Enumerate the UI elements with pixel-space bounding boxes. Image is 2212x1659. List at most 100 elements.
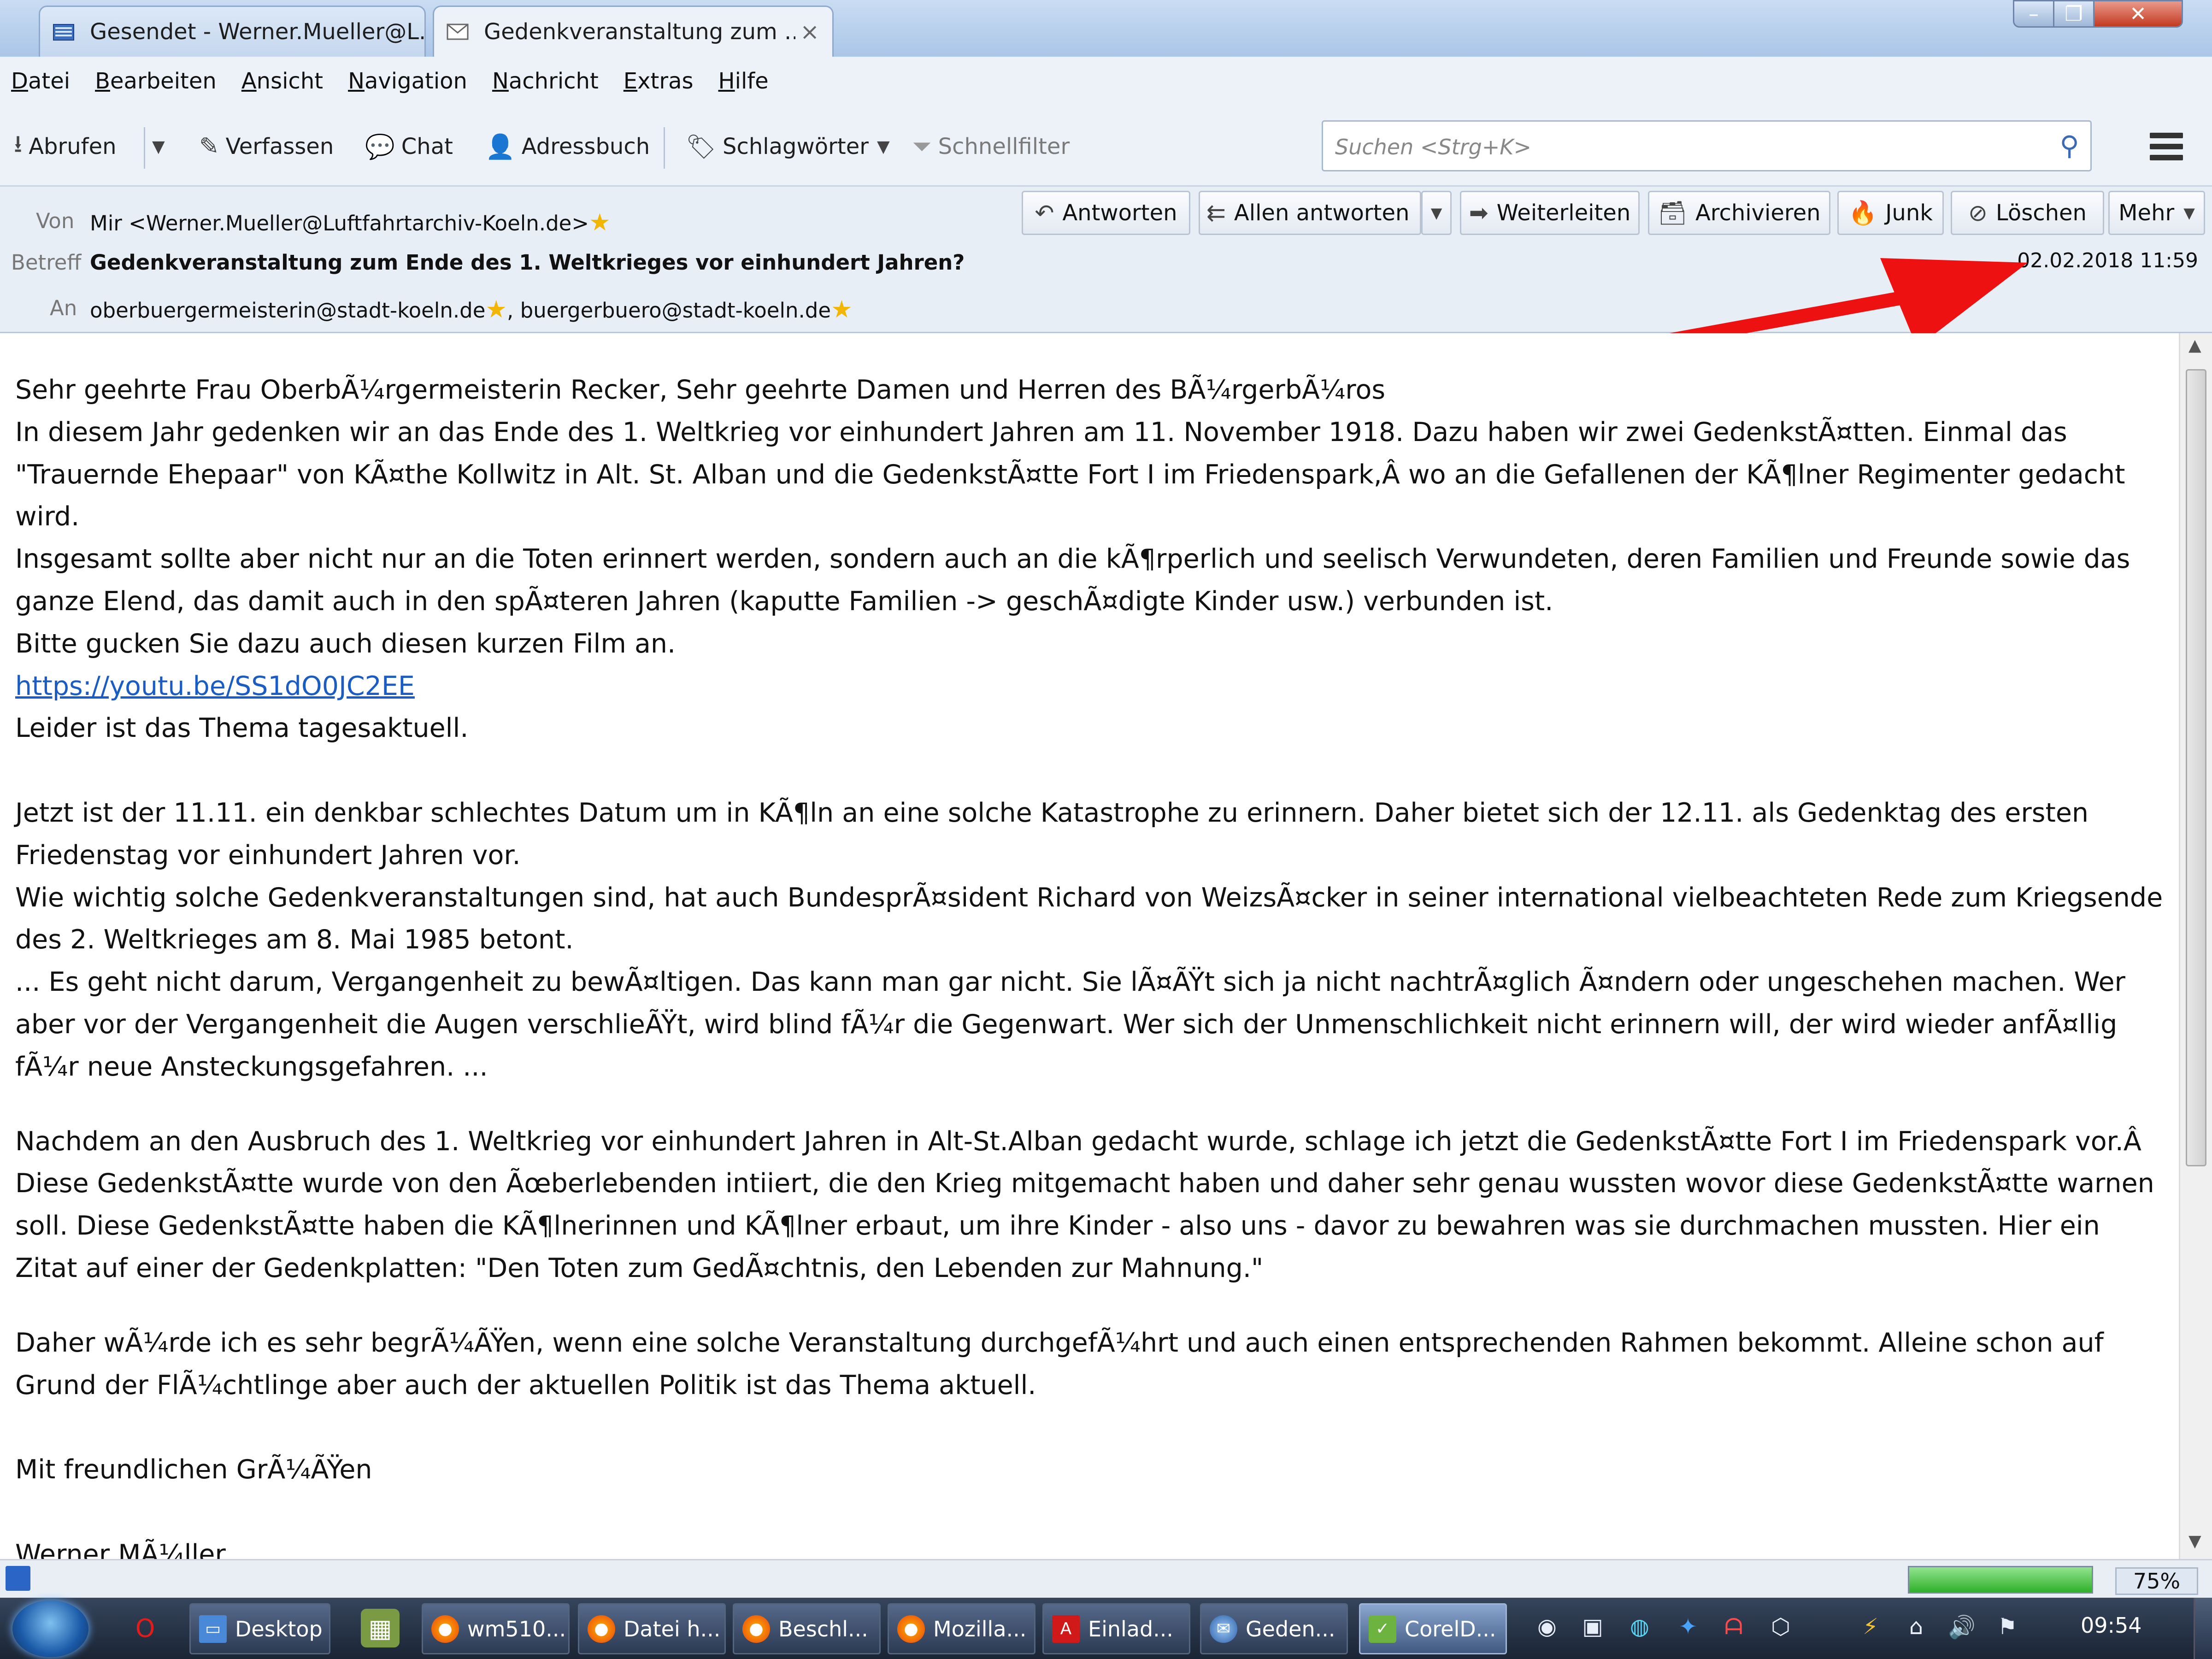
taskbar-label: Beschl... xyxy=(778,1616,868,1641)
reply-all-dropdown[interactable]: ▼ xyxy=(1421,191,1452,235)
tags-button[interactable]: 🏷 Schlagwörter ▼ xyxy=(686,127,890,166)
scroll-thumb[interactable] xyxy=(2186,369,2206,1166)
reply-all-label: Allen antworten xyxy=(1234,200,1410,226)
start-button[interactable] xyxy=(12,1600,88,1657)
toolbar-separator xyxy=(664,127,665,169)
to-value[interactable]: oberbuergermeisterin@stadt-koeln.de★, bu… xyxy=(90,296,853,324)
action-center-flag-icon[interactable]: ⚑ xyxy=(1994,1613,2021,1641)
clock[interactable]: 09:54 xyxy=(2081,1613,2142,1638)
main-toolbar: ⭳ Abrufen ▼ ✎ Verfassen 💬 Chat 👤 Adressb… xyxy=(0,105,2212,187)
address-book-button[interactable]: 👤 Adressbuch xyxy=(485,127,650,166)
get-mail-dropdown[interactable]: ▼ xyxy=(152,127,165,166)
search-box: ⚲ xyxy=(1322,120,2092,171)
filter-icon: ⏷ xyxy=(912,132,932,160)
taskbar-item-thunderbird[interactable]: ✉ Geden... xyxy=(1200,1603,1348,1654)
dropbox-icon[interactable]: ✦ xyxy=(1674,1613,1702,1641)
flame-icon: 🔥 xyxy=(1848,199,1877,226)
taskbar-item-firefox-4[interactable]: ● Mozilla... xyxy=(888,1603,1035,1654)
subject-label: Betreff xyxy=(11,250,82,275)
opera-icon[interactable]: O xyxy=(126,1609,165,1647)
star-icon[interactable]: ★ xyxy=(589,209,611,236)
network-activity-icon[interactable]: ⚡ xyxy=(1857,1613,1884,1641)
menu-navigation[interactable]: Navigation xyxy=(348,68,467,94)
tab-message[interactable]: Gedenkveranstaltung zum ... × xyxy=(433,6,834,57)
search-tray-icon[interactable]: ◍ xyxy=(1626,1613,1653,1641)
forward-button[interactable]: ➡ Weiterleiten xyxy=(1460,191,1640,235)
taskbar-label: Mozilla... xyxy=(933,1616,1027,1641)
more-button[interactable]: Mehr ▼ xyxy=(2108,191,2205,235)
archive-label: Archivieren xyxy=(1695,200,1821,226)
chevron-down-icon: ▼ xyxy=(152,137,165,156)
body-paragraph: In diesem Jahr gedenken wir an das Ende … xyxy=(15,417,2125,532)
taskbar-item-desktop[interactable]: ▭ Desktop xyxy=(189,1603,330,1654)
taskbar-item-coreldraw[interactable]: ✓ CorelD... xyxy=(1359,1603,1507,1654)
reply-button[interactable]: ↶ Antworten xyxy=(1022,191,1190,235)
close-icon[interactable]: × xyxy=(800,18,819,45)
minimize-button[interactable]: – xyxy=(2013,0,2054,28)
menu-message[interactable]: Nachricht xyxy=(492,68,599,94)
from-value[interactable]: Mir <Werner.Mueller@Luftfahrtarchiv-Koel… xyxy=(90,209,611,236)
junk-button[interactable]: 🔥 Junk xyxy=(1837,191,1944,235)
network-icon[interactable]: ⌂ xyxy=(1902,1613,1930,1641)
search-input[interactable] xyxy=(1334,130,2027,164)
reply-all-button[interactable]: ⇇ Allen antworten xyxy=(1199,191,1421,235)
title-bar: Gesendet - Werner.Mueller@L... Gedenkver… xyxy=(0,0,2212,57)
chevron-down-icon: ▼ xyxy=(1430,204,1442,222)
reply-label: Antworten xyxy=(1062,200,1177,226)
forward-arrow-icon: ➡ xyxy=(1469,200,1488,226)
to-label: An xyxy=(50,296,77,320)
firefox-icon: ● xyxy=(897,1615,925,1643)
message-body: Sehr geehrte Frau OberbÃ¼rgermeisterin R… xyxy=(0,333,2177,1559)
acrobat-tray-icon[interactable]: ᗩ xyxy=(1720,1613,1747,1641)
taskbar-label: wm510... xyxy=(467,1616,566,1641)
search-icon[interactable]: ⚲ xyxy=(2060,130,2079,161)
menu-file[interactable]: Datei xyxy=(11,68,70,94)
tab-sent-folder[interactable]: Gesendet - Werner.Mueller@L... xyxy=(39,6,426,57)
taskbar-item-pdf[interactable]: A Einlad... xyxy=(1042,1603,1190,1654)
taskbar-label: Geden... xyxy=(1246,1616,1335,1641)
display-tray-icon[interactable]: ▣ xyxy=(1579,1613,1606,1641)
from-label: Von xyxy=(36,209,75,233)
compose-button[interactable]: ✎ Verfassen xyxy=(199,127,334,166)
body-paragraph: ... Es geht nicht darum, Vergangenheit z… xyxy=(15,967,2125,1082)
delete-button[interactable]: ⊘ Löschen xyxy=(1951,191,2104,235)
pdf-icon: A xyxy=(1052,1615,1080,1643)
maximize-button[interactable]: ❐ xyxy=(2053,0,2094,28)
taskbar-item-firefox-3[interactable]: ● Beschl... xyxy=(733,1603,881,1654)
taskbar-item-firefox-1[interactable]: ● wm510... xyxy=(422,1603,570,1654)
body-paragraph: Wie wichtig solche Gedenkveranstaltungen… xyxy=(15,882,2163,955)
firefox-icon: ● xyxy=(742,1615,770,1643)
youtube-link[interactable]: https://youtu.be/SS1dO0JC2EE xyxy=(15,671,415,701)
firefox-icon: ● xyxy=(431,1615,459,1643)
show-desktop-button[interactable] xyxy=(2194,1598,2212,1659)
archive-button[interactable]: 🗃 Archivieren xyxy=(1648,191,1830,235)
scroll-down-arrow-icon[interactable]: ▼ xyxy=(2188,1532,2201,1551)
vertical-scrollbar[interactable]: ▲ ▼ xyxy=(2179,333,2212,1559)
signature: Werner MÃ¼ller xyxy=(15,1539,226,1559)
body-paragraph: Bitte gucken Sie dazu auch diesen kurzen… xyxy=(15,628,676,659)
download-icon: ⭳ xyxy=(14,130,23,158)
star-icon[interactable]: ★ xyxy=(831,296,853,324)
get-mail-button[interactable]: ⭳ Abrufen xyxy=(14,127,117,166)
tab-label: Gedenkveranstaltung zum ... xyxy=(484,19,796,45)
menu-tools[interactable]: Extras xyxy=(624,68,694,94)
chat-button[interactable]: 💬 Chat xyxy=(365,127,453,166)
menu-view[interactable]: Ansicht xyxy=(241,68,323,94)
quick-filter-button[interactable]: ⏷ Schnellfilter xyxy=(912,127,1070,166)
volume-icon[interactable]: 🔊 xyxy=(1948,1613,1976,1641)
app-icon[interactable]: ▦ xyxy=(361,1609,400,1647)
body-paragraph: Insgesamt sollte aber nicht nur an die T… xyxy=(15,544,2130,617)
menu-edit[interactable]: Bearbeiten xyxy=(95,68,217,94)
taskbar-item-firefox-2[interactable]: ● Datei h... xyxy=(578,1603,726,1654)
zoom-level[interactable]: 75% xyxy=(2115,1567,2198,1595)
hamburger-menu-icon[interactable] xyxy=(2150,127,2183,166)
menu-help[interactable]: Hilfe xyxy=(718,68,769,94)
app-tray-icon[interactable]: ◉ xyxy=(1533,1613,1561,1641)
body-paragraph: Jetzt ist der 11.11. ein denkbar schlech… xyxy=(15,797,2089,871)
window-close-button[interactable]: ✕ xyxy=(2093,0,2183,28)
cube-tray-icon[interactable]: ⬡ xyxy=(1767,1613,1794,1641)
progress-fill xyxy=(1909,1567,2092,1592)
star-icon[interactable]: ★ xyxy=(485,296,507,324)
chevron-down-icon: ▼ xyxy=(877,137,890,156)
scroll-up-arrow-icon[interactable]: ▲ xyxy=(2188,336,2201,355)
